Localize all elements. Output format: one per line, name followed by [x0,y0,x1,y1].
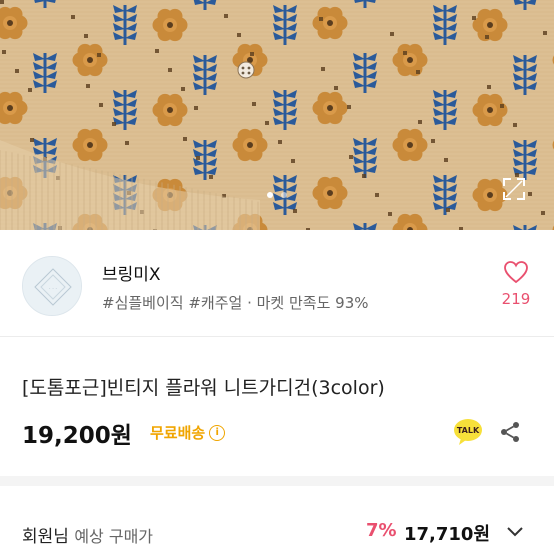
shipping-info[interactable]: 무료배송 i [150,422,226,443]
member-sub-label: 예상 구매가 [74,527,154,546]
discount-rate: 7% [366,520,397,541]
member-price: 17,710원 [404,524,491,545]
shipping-label: 무료배송 [150,424,206,442]
share-icon[interactable] [498,420,522,444]
pagination-dot[interactable] [281,192,287,198]
chevron-down-icon[interactable] [506,524,524,538]
svg-text:· · ·: · · · [49,286,57,292]
product-title: [도톰포근]빈티지 플라워 니트가디건(3color) [22,377,385,399]
shop-tags: #심플베이직 #캐주얼 · 마켓 만족도 93% [102,294,369,312]
image-pagination [0,192,554,198]
product-image[interactable] [0,0,554,230]
shop-name[interactable]: 브링미X [102,260,161,285]
product-price: 19,200원 [22,423,132,449]
member-price-label: 회원님 예상 구매가 [22,522,153,547]
section-divider [0,476,554,486]
heart-icon [504,261,528,284]
info-icon[interactable]: i [209,424,226,441]
shop-info[interactable]: · · · 브링미X #심플베이직 #캐주얼 · 마켓 만족도 93% 219 [0,230,554,336]
shop-avatar[interactable]: · · · [22,256,82,316]
kakao-talk-button[interactable]: TALK [453,418,483,446]
member-label: 회원님 [22,527,69,547]
like-button[interactable]: 219 [496,260,536,308]
expand-icon[interactable] [500,175,528,203]
divider [0,336,554,337]
pagination-dot-active[interactable] [267,192,273,198]
talk-label: TALK [457,426,480,435]
like-count: 219 [501,290,531,308]
